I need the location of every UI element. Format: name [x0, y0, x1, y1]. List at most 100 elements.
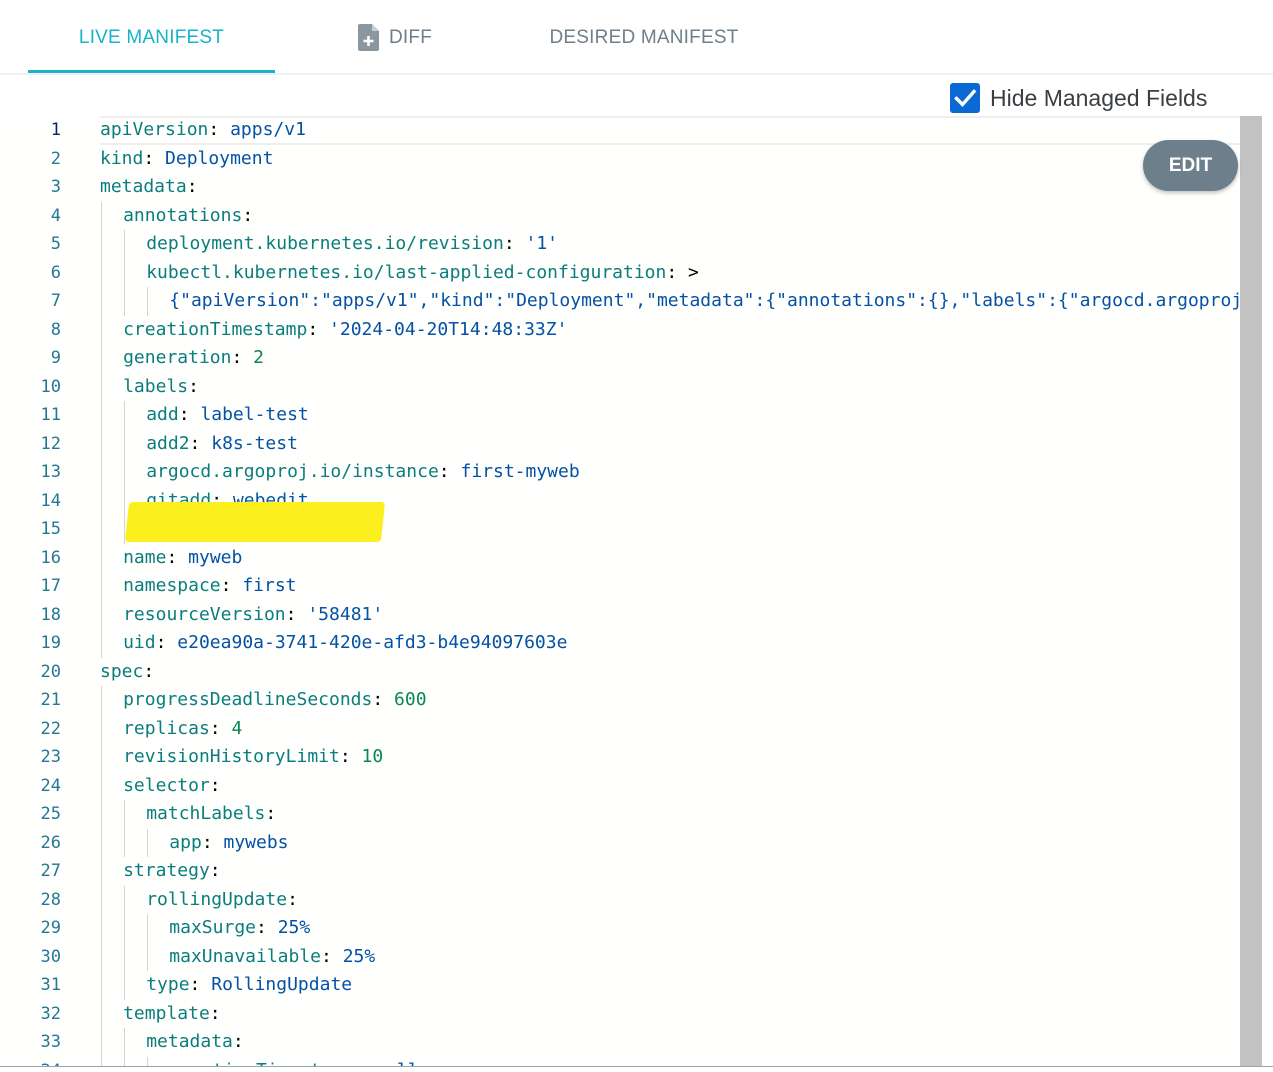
code-line: {"apiVersion":"apps/v1","kind":"Deployme… [169, 287, 1262, 316]
code-line: metadata: [146, 1028, 244, 1057]
line-number: 28 [40, 889, 61, 910]
hide-managed-fields-toggle[interactable]: Hide Managed Fields [950, 83, 1207, 113]
checkmark-icon [954, 89, 977, 107]
yaml-value: myweb [188, 546, 243, 568]
indent-guide [101, 372, 102, 401]
tab-live-manifest[interactable]: LIVE MANIFEST [28, 0, 275, 75]
code-line: labels: [123, 373, 199, 402]
indent-guide [101, 515, 102, 544]
code-line: apiVersion: apps/v1 [100, 116, 306, 145]
yaml-value: '1' [525, 233, 559, 254]
indent-guide [124, 1028, 126, 1057]
hide-managed-fields-checkbox[interactable] [950, 83, 980, 113]
code-line: annotations: [123, 202, 253, 231]
line-number: 30 [40, 946, 61, 967]
code-line: name: myweb [123, 544, 242, 573]
indent-guide [124, 429, 126, 458]
yaml-punctuation: : [321, 945, 343, 967]
page-scroll-track [1262, 116, 1273, 1072]
indent-guide [101, 857, 102, 886]
yaml-key: type [146, 974, 190, 995]
code-line: kubectl.kubernetes.io/last-applied-confi… [146, 259, 699, 288]
line-number: 4 [50, 205, 61, 226]
indent-guide [101, 629, 102, 658]
line-number: 2 [50, 148, 61, 169]
indent-guide [147, 942, 149, 971]
window-bottom-edge [0, 1066, 1273, 1072]
line-number: 7 [50, 291, 61, 311]
line-number: 25 [40, 804, 61, 824]
yaml-value: 25% [342, 945, 376, 967]
yaml-value: first-myweb [460, 461, 580, 482]
yaml-punctuation: : [285, 603, 308, 625]
code-line: add2: k8s-test [146, 430, 298, 459]
yaml-key: matchLabels [146, 803, 266, 824]
line-number: 29 [40, 918, 61, 938]
indent-guide [101, 600, 102, 629]
line-number: 5 [50, 234, 61, 254]
yaml-key: add2 [146, 432, 190, 454]
yaml-editor[interactable]: 1 2 3 4 5 6 7 8 9 10 11 12 13 14 15 16 17 18 19 20 21 22 23 24 2… [0, 116, 1262, 1068]
indent-guide [101, 686, 102, 715]
line-number: 3 [50, 177, 61, 197]
yaml-value: {"apiVersion":"apps/v1","kind":"Deployme… [169, 290, 1262, 311]
yaml-punctuation: : [209, 860, 221, 881]
hide-managed-fields-label: Hide Managed Fields [990, 84, 1208, 111]
yaml-punctuation: : [220, 575, 243, 596]
yaml-value: 4 [231, 717, 243, 739]
yaml-punctuation: : [201, 831, 224, 853]
indent-guide [101, 885, 102, 914]
yaml-punctuation: : [265, 803, 277, 824]
line-number: 24 [40, 775, 61, 796]
tab-diff[interactable]: DIFF [335, 0, 455, 75]
yaml-key: maxSurge [169, 917, 256, 938]
yaml-punctuation: : [339, 746, 362, 767]
indent-guide [101, 914, 102, 943]
indent-guide [101, 971, 102, 1000]
tab-diff-label: DIFF [388, 26, 432, 48]
yaml-key: strategy [123, 860, 210, 881]
yaml-punctuation: : [209, 717, 232, 739]
indent-guide [101, 1028, 102, 1057]
yaml-punctuation: : [143, 660, 155, 682]
code-line: namespace: first [123, 572, 296, 601]
tab-desired-manifest[interactable]: DESIRED MANIFEST [530, 0, 758, 75]
indent-guide [101, 258, 102, 287]
code-line: app: mywebs [169, 829, 288, 858]
indent-guide [101, 429, 102, 458]
line-number: 8 [50, 319, 61, 340]
yaml-value: 10 [361, 746, 384, 767]
line-number: 32 [40, 1003, 61, 1024]
indent-guide [101, 315, 102, 344]
edit-button[interactable]: EDIT [1143, 140, 1238, 191]
indent-guide [124, 885, 126, 914]
line-number: 33 [40, 1032, 61, 1052]
yaml-key: template [123, 1002, 210, 1024]
yaml-punctuation: : [178, 404, 201, 425]
indent-guide [124, 800, 126, 829]
indent-guide [147, 914, 149, 943]
yaml-key: name [123, 546, 167, 568]
yaml-key: resourceVersion [123, 603, 286, 625]
code-area[interactable]: apiVersion: apps/v1 kind: Deployment metad… [100, 116, 1262, 1068]
line-number: 23 [40, 747, 61, 767]
line-number: 1 [50, 120, 61, 140]
indent-guide [124, 914, 126, 943]
tab-desired-manifest-label: DESIRED MANIFEST [549, 26, 739, 48]
yaml-value: Deployment [165, 147, 274, 169]
yaml-key: kubectl.kubernetes.io/last-applied-confi… [146, 261, 667, 283]
indent-guide [147, 287, 149, 316]
code-line: revisionHistoryLimit: 10 [123, 743, 383, 772]
yaml-punctuation: : [503, 233, 526, 254]
line-number: 10 [40, 376, 61, 397]
indent-guide [124, 971, 126, 1000]
line-number: 16 [40, 547, 61, 568]
yaml-punctuation: : [166, 546, 189, 568]
yaml-value: apps/v1 [230, 119, 306, 140]
code-line: replicas: 4 [123, 715, 242, 744]
yaml-punctuation: : [287, 888, 298, 910]
file-plus-icon [357, 24, 379, 51]
line-number: 6 [50, 262, 61, 283]
editor-scrollbar[interactable] [1240, 116, 1262, 1068]
line-number: 17 [40, 576, 61, 596]
